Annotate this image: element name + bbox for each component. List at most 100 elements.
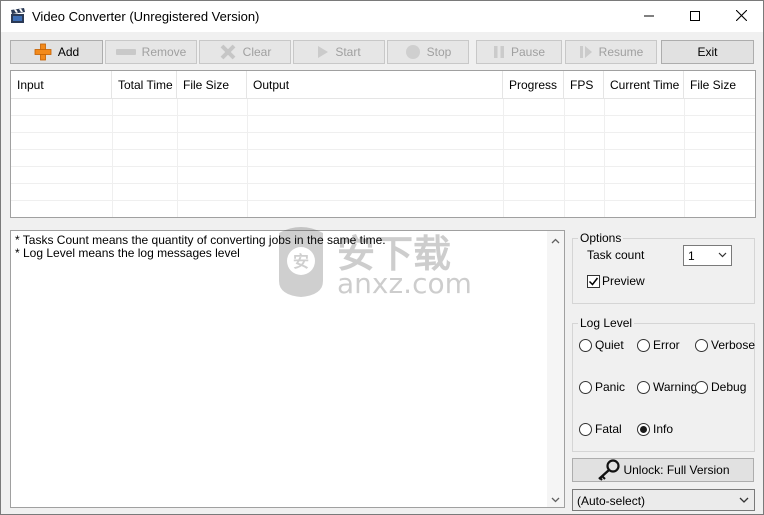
radio-verbose[interactable]: Verbose xyxy=(695,338,755,352)
pause-icon xyxy=(493,45,505,59)
add-button-label: Add xyxy=(57,45,80,59)
table-row xyxy=(11,150,755,167)
resume-button-label: Resume xyxy=(598,45,644,59)
radio-debug-label: Debug xyxy=(711,380,747,394)
column-divider xyxy=(112,99,113,217)
radio-circle xyxy=(637,380,650,394)
preview-checkbox[interactable] xyxy=(587,275,600,288)
column-header-current-time[interactable]: Current Time xyxy=(604,71,684,99)
column-header-fps[interactable]: FPS xyxy=(564,71,604,99)
table-row xyxy=(11,167,755,184)
column-divider xyxy=(503,99,504,217)
toolbar: Add Remove Clear Start Stop Pause Resume… xyxy=(1,32,763,70)
scroll-down-button[interactable] xyxy=(547,490,564,507)
chevron-down-icon xyxy=(718,249,727,264)
table-row xyxy=(11,116,755,133)
radio-quiet-label: Quiet xyxy=(595,338,624,352)
jobs-table[interactable]: Input Total Time File Size Output Progre… xyxy=(10,70,756,218)
task-count-select[interactable]: 1 xyxy=(683,245,732,266)
close-icon xyxy=(735,9,747,24)
minus-icon xyxy=(115,47,136,57)
start-button-label: Start xyxy=(335,45,361,59)
task-count-value: 1 xyxy=(688,249,695,263)
exit-button[interactable]: Exit xyxy=(661,40,754,64)
radio-circle xyxy=(695,338,708,352)
table-header: Input Total Time File Size Output Progre… xyxy=(11,71,755,99)
add-button[interactable]: Add xyxy=(10,40,103,64)
log-textarea[interactable]: * Tasks Count means the quantity of conv… xyxy=(10,230,565,508)
radio-info[interactable]: Info xyxy=(637,422,673,436)
column-divider xyxy=(684,99,685,217)
resume-icon xyxy=(579,45,593,59)
stop-button[interactable]: Stop xyxy=(387,40,469,64)
scroll-up-button[interactable] xyxy=(547,231,564,248)
chevron-up-icon xyxy=(551,233,560,247)
radio-verbose-label: Verbose xyxy=(711,338,756,352)
unlock-full-version-button[interactable]: Unlock: Full Version xyxy=(572,458,754,482)
radio-error[interactable]: Error xyxy=(637,338,680,352)
start-button[interactable]: Start xyxy=(293,40,385,64)
resume-button[interactable]: Resume xyxy=(565,40,657,64)
column-header-file-size[interactable]: File Size xyxy=(177,71,247,99)
log-line: * Log Level means the log messages level xyxy=(15,246,240,260)
app-window: Video Converter (Unregistered Version) A… xyxy=(0,0,764,515)
maximize-button[interactable] xyxy=(672,1,718,32)
log-level-group: Log Level Quiet Error Verbose Panic Warn… xyxy=(572,316,755,452)
key-icon xyxy=(596,459,621,481)
clear-x-icon xyxy=(219,43,237,61)
minimize-icon xyxy=(644,10,654,24)
radio-fatal-label: Fatal xyxy=(595,422,622,436)
column-header-output[interactable]: Output xyxy=(247,71,503,99)
minimize-button[interactable] xyxy=(626,1,672,32)
radio-circle-selected xyxy=(637,422,650,436)
title-bar[interactable]: Video Converter (Unregistered Version) xyxy=(1,1,763,32)
table-row xyxy=(11,184,755,201)
remove-button-label: Remove xyxy=(141,45,187,59)
radio-quiet[interactable]: Quiet xyxy=(579,338,624,352)
plus-icon xyxy=(34,43,52,61)
radio-circle xyxy=(695,380,708,394)
radio-panic[interactable]: Panic xyxy=(579,380,625,394)
column-divider xyxy=(247,99,248,217)
chevron-down-icon xyxy=(551,492,560,506)
radio-warning[interactable]: Warning xyxy=(637,380,697,394)
auto-select-dropdown[interactable]: (Auto-select) xyxy=(572,489,755,511)
pause-button-label: Pause xyxy=(510,45,546,59)
remove-button[interactable]: Remove xyxy=(105,40,197,64)
log-scrollbar[interactable] xyxy=(547,231,564,507)
table-row xyxy=(11,99,755,116)
pause-button[interactable]: Pause xyxy=(476,40,562,64)
options-group-label: Options xyxy=(578,231,624,245)
column-divider xyxy=(564,99,565,217)
checkmark-icon xyxy=(588,277,599,286)
radio-debug[interactable]: Debug xyxy=(695,380,746,394)
log-line: * Tasks Count means the quantity of conv… xyxy=(15,233,386,247)
table-row xyxy=(11,201,755,217)
radio-error-label: Error xyxy=(653,338,680,352)
unlock-button-label: Unlock: Full Version xyxy=(623,463,730,477)
log-level-group-label: Log Level xyxy=(578,316,635,330)
play-icon xyxy=(317,45,329,59)
auto-select-value: (Auto-select) xyxy=(577,494,646,508)
stop-icon xyxy=(405,44,421,60)
radio-fatal[interactable]: Fatal xyxy=(579,422,622,436)
radio-panic-label: Panic xyxy=(595,380,626,394)
clear-button-label: Clear xyxy=(242,45,272,59)
maximize-icon xyxy=(690,10,700,24)
radio-circle xyxy=(579,380,592,394)
stop-button-label: Stop xyxy=(426,45,452,59)
chevron-down-icon xyxy=(739,494,749,509)
clapperboard-icon xyxy=(10,8,26,24)
column-divider xyxy=(604,99,605,217)
task-count-label: Task count xyxy=(587,248,645,262)
clear-button[interactable]: Clear xyxy=(199,40,291,64)
column-header-total-time[interactable]: Total Time xyxy=(112,71,177,99)
exit-button-label: Exit xyxy=(697,45,718,59)
close-button[interactable] xyxy=(718,1,763,32)
column-header-output-file-size[interactable]: File Size xyxy=(684,71,755,99)
column-header-progress[interactable]: Progress xyxy=(503,71,564,99)
radio-info-label: Info xyxy=(653,422,674,436)
options-group: Options Task count 1 Preview xyxy=(572,231,755,304)
radio-circle xyxy=(637,338,650,352)
column-header-input[interactable]: Input xyxy=(11,71,112,99)
